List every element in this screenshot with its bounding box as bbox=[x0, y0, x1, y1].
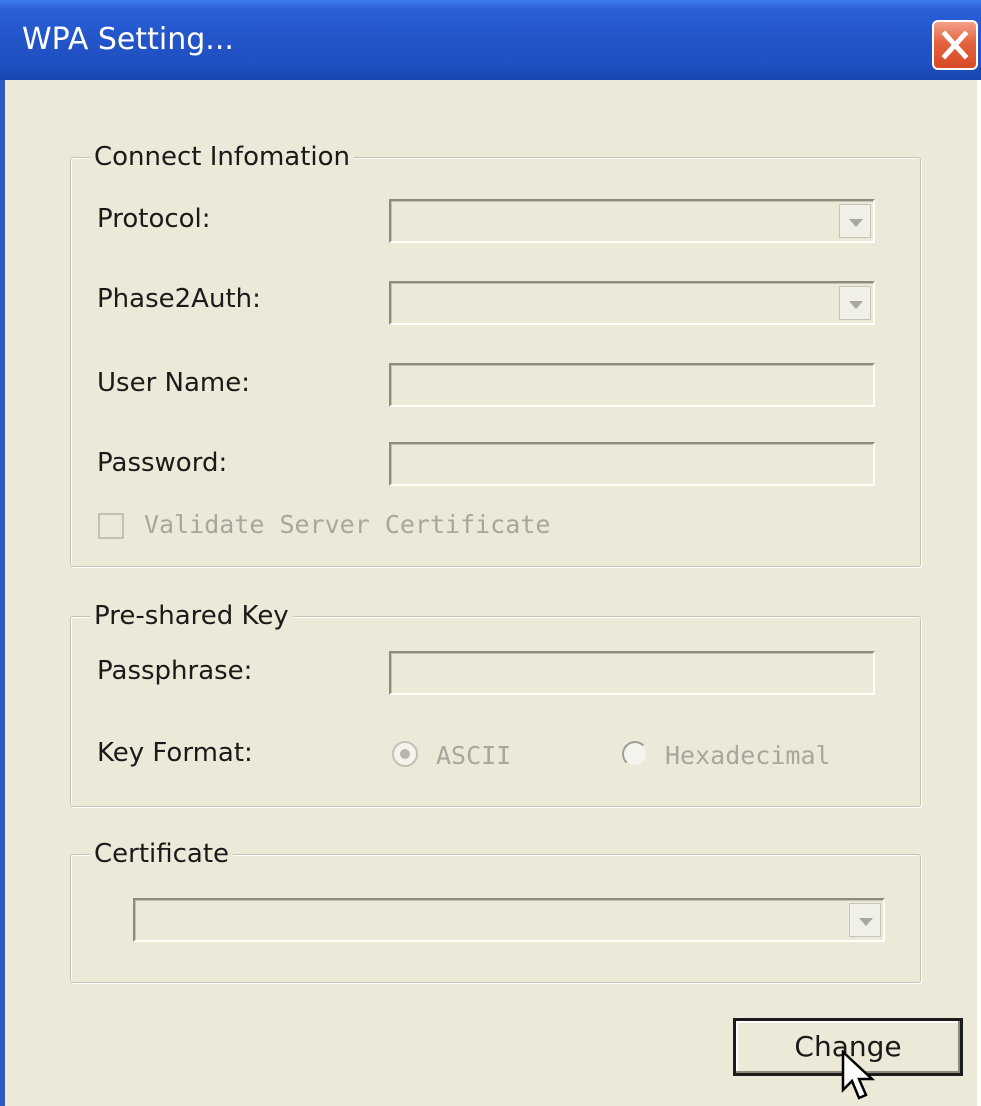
ascii-radio-label: ASCII bbox=[436, 741, 512, 770]
preshared-key-group bbox=[70, 616, 921, 807]
username-input[interactable] bbox=[389, 363, 875, 407]
ascii-radio[interactable] bbox=[392, 741, 418, 767]
validate-server-certificate-label: Validate Server Certificate bbox=[144, 510, 551, 539]
preshared-key-legend: Pre-shared Key bbox=[90, 601, 293, 631]
window-edge bbox=[977, 80, 981, 1106]
window-title: WPA Setting... bbox=[22, 22, 234, 57]
phase2auth-label: Phase2Auth: bbox=[97, 284, 261, 314]
passphrase-input[interactable] bbox=[389, 651, 875, 695]
protocol-dropdown-button[interactable] bbox=[839, 204, 871, 238]
password-label: Password: bbox=[97, 448, 228, 478]
chevron-down-icon bbox=[849, 301, 863, 309]
close-icon bbox=[941, 30, 969, 60]
certificate-legend: Certificate bbox=[90, 839, 234, 869]
protocol-select[interactable] bbox=[389, 199, 875, 243]
passphrase-label: Passphrase: bbox=[97, 656, 253, 686]
certificate-select[interactable] bbox=[133, 898, 885, 942]
certificate-dropdown-button[interactable] bbox=[849, 903, 881, 937]
connect-information-legend: Connect Infomation bbox=[90, 142, 355, 172]
protocol-label: Protocol: bbox=[97, 204, 211, 234]
phase2auth-dropdown-button[interactable] bbox=[839, 286, 871, 320]
chevron-down-icon bbox=[849, 219, 863, 227]
mouse-cursor-icon bbox=[841, 1050, 876, 1100]
phase2auth-select[interactable] bbox=[389, 281, 875, 325]
title-bar[interactable]: WPA Setting... bbox=[0, 0, 981, 80]
chevron-down-icon bbox=[859, 918, 873, 926]
hexadecimal-radio-label: Hexadecimal bbox=[665, 741, 831, 770]
close-button[interactable] bbox=[932, 20, 978, 70]
validate-server-certificate-checkbox[interactable] bbox=[98, 513, 124, 539]
radio-selected-dot bbox=[400, 749, 410, 759]
hexadecimal-radio[interactable] bbox=[622, 741, 648, 767]
username-label: User Name: bbox=[97, 368, 250, 398]
key-format-label: Key Format: bbox=[97, 738, 253, 768]
password-input[interactable] bbox=[389, 442, 875, 486]
